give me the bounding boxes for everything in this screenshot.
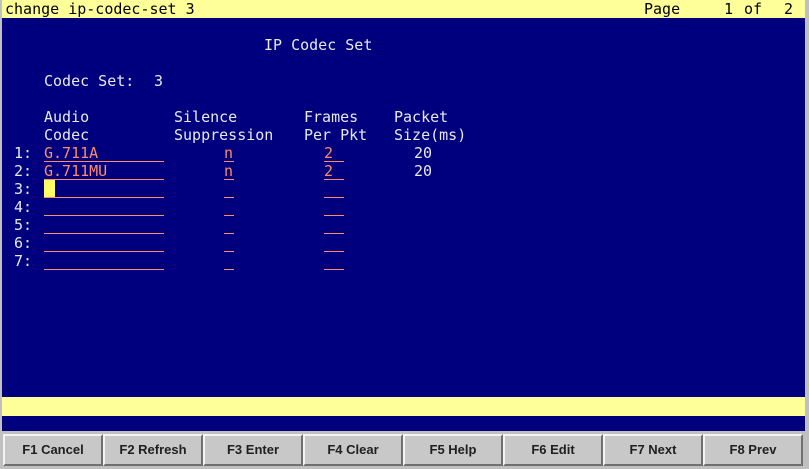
header-per-pkt: Per Pkt bbox=[304, 126, 368, 144]
silence-suppression-field[interactable]: n bbox=[224, 162, 233, 180]
f3-enter-button[interactable]: F3 Enter bbox=[203, 434, 303, 466]
frames-field-underline bbox=[324, 233, 344, 234]
row-number: 6: bbox=[14, 234, 33, 252]
f4-clear-button[interactable]: F4 Clear bbox=[303, 434, 403, 466]
packet-size-value: 20 bbox=[414, 162, 433, 180]
f6-edit-button[interactable]: F6 Edit bbox=[503, 434, 603, 466]
codec-field-underline bbox=[44, 233, 164, 234]
silence-field-underline bbox=[224, 233, 234, 234]
row-number: 5: bbox=[14, 216, 33, 234]
header-codec: Codec bbox=[44, 126, 90, 144]
row-number: 1: bbox=[14, 144, 33, 162]
function-key-bar: F1 Cancel F2 Refresh F3 Enter F4 Clear F… bbox=[3, 434, 807, 466]
codec-field-underline bbox=[44, 197, 164, 198]
frames-per-pkt-field[interactable]: 2 bbox=[324, 144, 333, 162]
codec-set-value: 3 bbox=[154, 72, 164, 90]
page-label: Page bbox=[644, 0, 681, 18]
header-packet: Packet bbox=[394, 108, 449, 126]
terminal-window: change ip-codec-set 3 Page 1 of 2 IP Cod… bbox=[0, 0, 809, 469]
f5-help-button[interactable]: F5 Help bbox=[403, 434, 503, 466]
header-suppression: Suppression bbox=[174, 126, 274, 144]
silence-field-underline bbox=[224, 179, 234, 180]
message-line bbox=[2, 397, 805, 416]
f7-next-button[interactable]: F7 Next bbox=[603, 434, 703, 466]
codec-field-underline bbox=[44, 215, 164, 216]
frames-field-underline bbox=[324, 215, 344, 216]
codec-field[interactable]: G.711A bbox=[44, 144, 98, 162]
codec-field-underline bbox=[44, 269, 164, 270]
frames-per-pkt-field[interactable]: 2 bbox=[324, 162, 333, 180]
page-total: 2 bbox=[784, 0, 794, 18]
codec-field-underline bbox=[44, 251, 164, 252]
header-silence: Silence bbox=[174, 108, 238, 126]
frames-field-underline bbox=[324, 179, 344, 180]
codec-field-underline bbox=[44, 179, 164, 180]
page-of: of bbox=[744, 0, 763, 18]
frames-field-underline bbox=[324, 251, 344, 252]
row-number: 2: bbox=[14, 162, 33, 180]
row-number: 4: bbox=[14, 198, 33, 216]
frames-field-underline bbox=[324, 197, 344, 198]
header-audio: Audio bbox=[44, 108, 90, 126]
command-line: change ip-codec-set 3 bbox=[5, 0, 195, 18]
silence-suppression-field[interactable]: n bbox=[224, 144, 233, 162]
codec-set-label: Codec Set: bbox=[44, 72, 135, 90]
terminal-screen: change ip-codec-set 3 Page 1 of 2 IP Cod… bbox=[2, 0, 805, 431]
codec-field[interactable]: G.711MU bbox=[44, 162, 107, 180]
silence-field-underline bbox=[224, 215, 234, 216]
silence-field-underline bbox=[224, 269, 234, 270]
silence-field-underline bbox=[224, 197, 234, 198]
f1-cancel-button[interactable]: F1 Cancel bbox=[3, 434, 103, 466]
frames-field-underline bbox=[324, 269, 344, 270]
page-current: 1 bbox=[724, 0, 734, 18]
form-heading: IP Codec Set bbox=[264, 36, 373, 54]
packet-size-value: 20 bbox=[414, 144, 433, 162]
f2-refresh-button[interactable]: F2 Refresh bbox=[103, 434, 203, 466]
header-frames: Frames bbox=[304, 108, 359, 126]
f8-prev-button[interactable]: F8 Prev bbox=[703, 434, 803, 466]
silence-field-underline bbox=[224, 251, 234, 252]
header-size-ms: Size(ms) bbox=[394, 126, 467, 144]
row-number: 7: bbox=[14, 252, 33, 270]
row-number: 3: bbox=[14, 180, 33, 198]
title-bar: change ip-codec-set 3 Page 1 of 2 bbox=[2, 0, 805, 18]
text-cursor bbox=[44, 180, 55, 198]
